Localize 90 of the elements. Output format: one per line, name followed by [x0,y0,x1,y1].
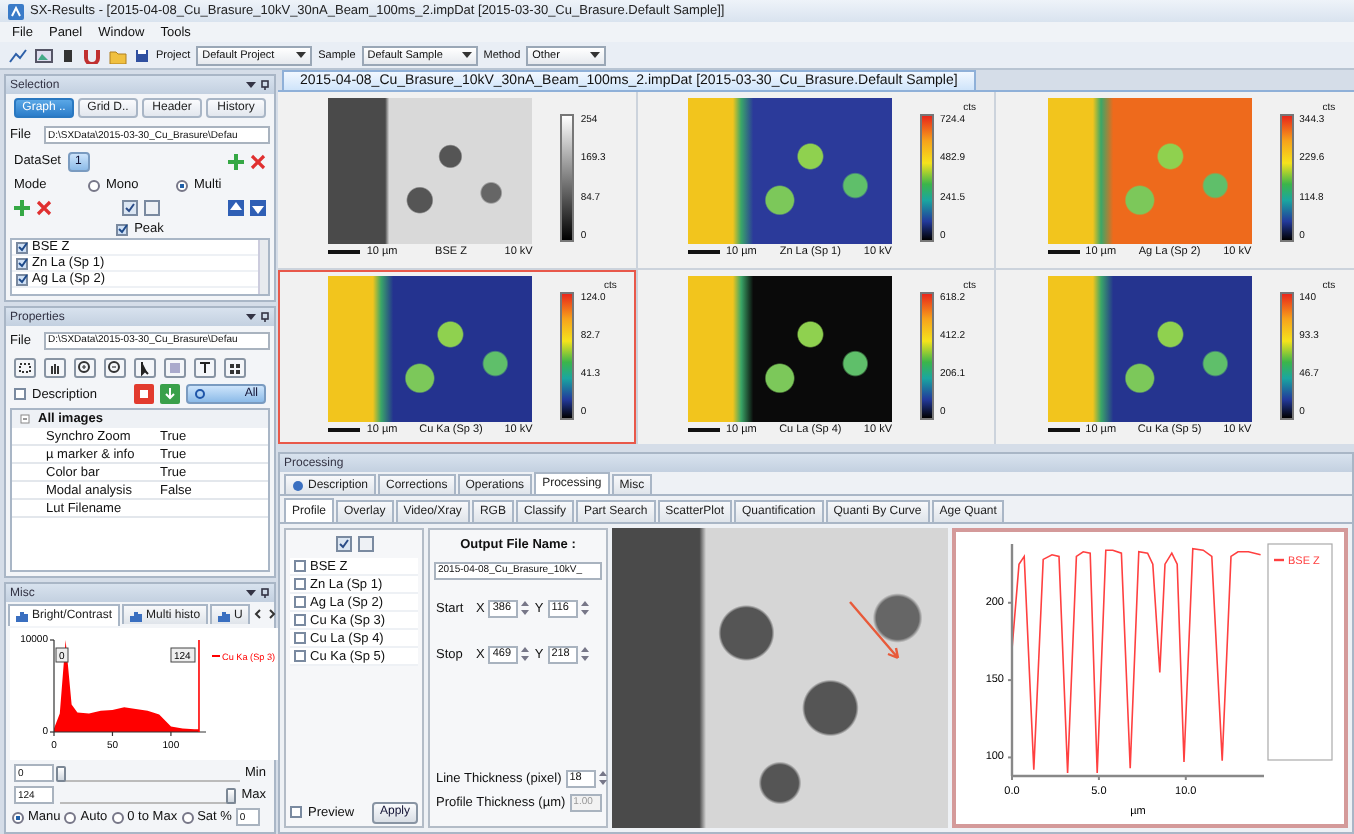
app-icon [8,3,24,19]
checkbox[interactable] [14,388,26,400]
color-scale-bar [1279,291,1294,419]
y-axis [53,639,55,733]
scale-bar [1047,427,1080,431]
dropdown-icon[interactable] [246,80,256,90]
hand-icon[interactable] [44,357,66,377]
checkbox[interactable] [294,596,306,608]
grid-icon[interactable] [224,357,246,377]
profile-line-arrow [848,600,904,664]
marker-line [198,639,200,733]
color-scale-bar [919,114,934,242]
scroll-left-icon[interactable] [252,606,265,622]
device-icon[interactable] [60,47,76,63]
radio-button[interactable] [176,179,188,191]
check-icon [117,224,128,234]
spin-arrows-icon[interactable] [579,646,590,662]
measure-icon[interactable] [164,357,186,377]
text-tool-icon[interactable] [194,357,216,377]
checkbox[interactable] [294,632,306,644]
histogram-icon [218,609,231,621]
image-icon[interactable] [34,47,54,63]
spin-arrows-icon[interactable] [520,646,531,662]
histogram-icon [16,609,28,621]
magnet-icon[interactable] [82,47,102,63]
scale-bar [328,250,361,254]
scrollbar[interactable] [258,240,268,294]
y-axis-ticks [49,639,55,733]
checkbox[interactable] [294,650,306,662]
chart-icon[interactable] [8,47,28,63]
slider-track[interactable] [60,787,236,803]
checkbox[interactable] [16,241,28,253]
close-icon[interactable] [36,200,52,216]
slider-thumb[interactable] [56,765,66,781]
radio-button[interactable] [12,811,24,823]
checkbox[interactable] [290,806,302,818]
slider-track[interactable] [60,765,240,781]
checkbox[interactable] [116,223,129,235]
dropdown-icon[interactable] [590,50,601,60]
pin-icon[interactable] [260,588,270,598]
arrow-up-icon[interactable] [228,200,244,216]
dropdown-icon[interactable] [246,588,256,598]
pin-icon[interactable] [260,312,270,322]
checkbox[interactable] [294,560,306,572]
spin-arrows-icon[interactable] [597,770,608,786]
export-icon[interactable] [134,384,154,404]
check-all-icon[interactable] [335,536,351,552]
collapse-icon[interactable] [20,414,30,424]
radio-button[interactable] [111,811,124,823]
spin-arrows-icon[interactable] [520,600,531,616]
uncheck-all-icon[interactable] [357,536,373,552]
zoom-in-icon[interactable] [74,357,96,377]
scroll-right-icon[interactable] [266,606,279,622]
refresh-icon [194,388,206,400]
slider-thumb[interactable] [225,787,236,803]
pointer-icon[interactable] [134,357,156,377]
scale-bar [328,427,361,431]
checkbox[interactable] [16,273,28,285]
scale-bar [1047,250,1080,254]
radio-button[interactable] [64,811,77,823]
save-icon[interactable] [134,47,150,63]
check-all-icon[interactable] [121,200,137,216]
checkbox[interactable] [294,578,306,590]
scale-bar [687,250,720,254]
color-scale-bar [1279,114,1294,242]
checkbox[interactable] [294,614,306,626]
select-tool-icon[interactable] [14,357,36,377]
close-icon[interactable] [250,153,266,169]
color-scale-bar [560,114,575,242]
legend-line [211,655,221,657]
dropdown-icon[interactable] [296,50,307,60]
color-scale-bar [560,291,575,419]
plus-icon[interactable] [228,153,244,169]
import-icon[interactable] [160,384,180,404]
zoom-out-icon[interactable] [104,357,126,377]
histogram-icon [130,609,143,621]
uncheck-all-icon[interactable] [143,200,159,216]
dropdown-icon[interactable] [246,312,256,322]
color-scale-bar [919,291,934,419]
checkbox[interactable] [16,257,28,269]
info-icon [292,479,304,491]
radio-button[interactable] [88,179,100,191]
plus-icon[interactable] [14,200,30,216]
spin-arrows-icon[interactable] [579,600,590,616]
legend-line [1274,558,1284,562]
scale-bar [687,427,720,431]
dropdown-icon[interactable] [461,50,472,60]
arrow-down-icon[interactable] [250,200,266,216]
pin-icon[interactable] [260,80,270,90]
radio-button[interactable] [181,811,194,823]
